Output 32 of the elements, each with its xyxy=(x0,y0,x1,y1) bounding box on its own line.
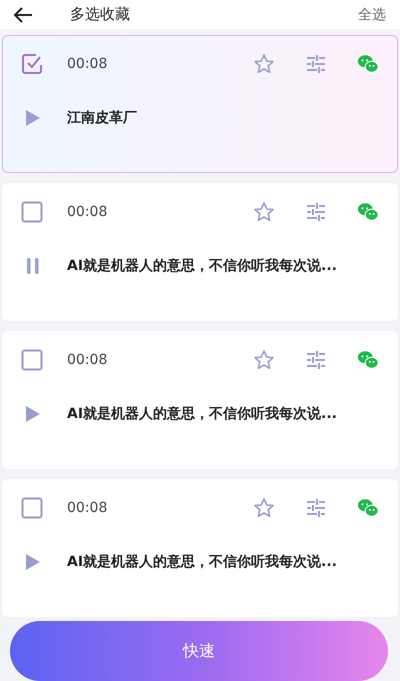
star-icon[interactable] xyxy=(253,497,275,519)
select-all-button[interactable]: 全选 xyxy=(358,6,386,24)
page-title: 多选收藏 xyxy=(70,5,131,24)
checkbox[interactable] xyxy=(21,201,43,223)
checkbox[interactable] xyxy=(21,349,43,371)
sliders-icon[interactable] xyxy=(305,497,327,519)
sliders-icon[interactable] xyxy=(305,349,327,371)
chat-bubbles-icon[interactable] xyxy=(357,53,379,75)
sliders-icon[interactable] xyxy=(305,53,327,75)
duration: 00:08 xyxy=(67,500,108,516)
recording-text: 江南皮革厂 xyxy=(67,109,137,127)
back-icon[interactable] xyxy=(12,6,34,24)
star-icon[interactable] xyxy=(253,349,275,371)
duration: 00:08 xyxy=(67,56,108,72)
duration: 00:08 xyxy=(67,352,108,368)
pause-icon[interactable] xyxy=(25,257,41,275)
star-icon[interactable] xyxy=(253,201,275,223)
recording-text: AI就是机器人的意思，不信你听我每次说... xyxy=(67,257,337,275)
play-icon[interactable] xyxy=(25,553,41,571)
recording-text: AI就是机器人的意思，不信你听我每次说... xyxy=(67,405,337,423)
chat-bubbles-icon[interactable] xyxy=(357,201,379,223)
recording-text: AI就是机器人的意思，不信你听我每次说... xyxy=(67,553,337,571)
play-icon[interactable] xyxy=(25,405,41,423)
play-icon[interactable] xyxy=(25,109,41,127)
checkbox[interactable] xyxy=(21,53,43,75)
star-icon[interactable] xyxy=(253,53,275,75)
sliders-icon[interactable] xyxy=(305,201,327,223)
chat-bubbles-icon[interactable] xyxy=(357,497,379,519)
duration: 00:08 xyxy=(67,204,108,220)
checkbox[interactable] xyxy=(21,497,43,519)
chat-bubbles-icon[interactable] xyxy=(357,349,379,371)
quick-action-button[interactable]: 快速 xyxy=(10,621,388,681)
